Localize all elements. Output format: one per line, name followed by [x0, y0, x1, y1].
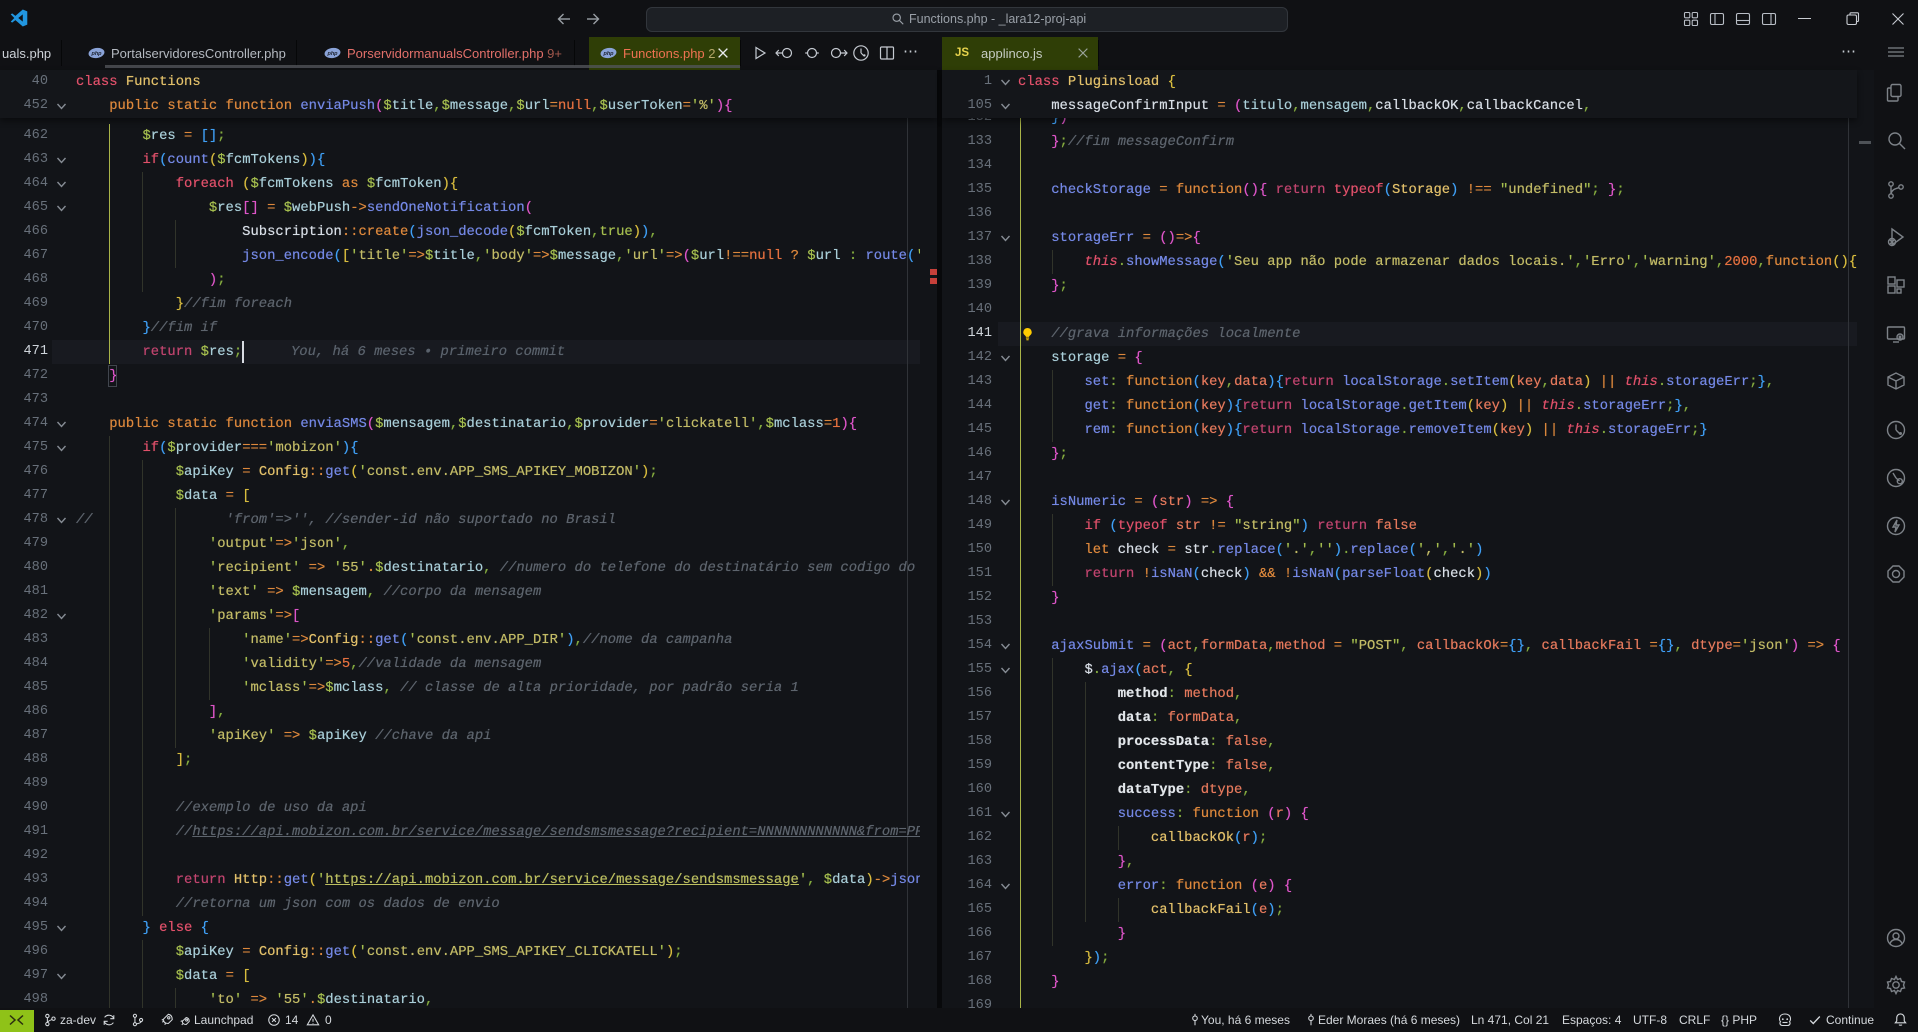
svg-text:php: php — [326, 51, 338, 57]
svg-text:php: php — [90, 51, 102, 57]
svg-text:php: php — [602, 51, 614, 57]
